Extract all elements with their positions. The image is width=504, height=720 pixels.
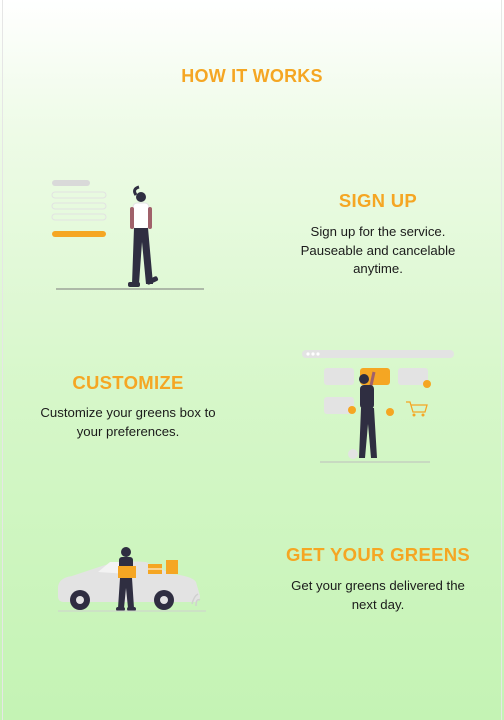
- step-description-customize: Customize your greens box to your prefer…: [28, 404, 228, 441]
- description-line: anytime.: [353, 261, 403, 276]
- step-title-sign-up: SIGN UP: [338, 190, 418, 211]
- customize-dashboard-woman-illustration: [302, 350, 454, 463]
- description-line: Get your greens delivered the: [291, 578, 465, 593]
- step-description-sign-up: Sign up for the service. Pauseable and c…: [282, 223, 474, 279]
- description-line: Sign up for the service.: [310, 224, 446, 239]
- step-description-get-your-greens: Get your greens delivered the next day.: [282, 577, 474, 614]
- description-line: Pauseable and cancelable: [300, 242, 456, 258]
- step-title-get-your-greens: GET YOUR GREENS: [285, 544, 471, 565]
- description-line: next day.: [351, 596, 405, 612]
- delivery-car-man-illustration: [58, 547, 206, 612]
- step-title-customize: CUSTOMIZE: [72, 372, 184, 393]
- page-title: HOW IT WORKS: [181, 66, 323, 86]
- description-line: your preferences.: [76, 423, 180, 439]
- description-line: Customize your greens box to: [40, 405, 216, 420]
- signup-form-woman-illustration: [51, 180, 204, 290]
